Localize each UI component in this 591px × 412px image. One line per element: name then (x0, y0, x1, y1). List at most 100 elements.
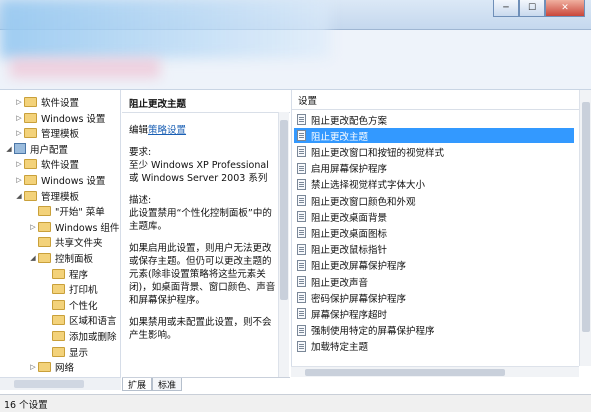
description-paragraph-2: 如果禁用或未配置此设置，则不会产生影响。 (129, 317, 272, 341)
expand-arrow-icon[interactable]: ▷ (28, 363, 38, 371)
folder-icon (52, 331, 65, 341)
tree-item[interactable]: "开始" 菜单 (28, 203, 105, 219)
folder-icon (38, 206, 51, 217)
policy-setting-icon (297, 178, 306, 190)
tree-item-label: Windows 设置 (41, 113, 106, 125)
tree-item-label: 软件设置 (41, 98, 80, 109)
setting-row[interactable]: 启用屏幕保护程序 (294, 161, 574, 176)
folder-icon (52, 315, 65, 326)
tree-item[interactable]: ▷ 网络 (28, 359, 74, 375)
setting-label: 阻止更改窗口颜色和外观 (311, 196, 416, 208)
setting-row[interactable]: 阻止更改窗口颜色和外观 (294, 193, 574, 208)
setting-row[interactable]: 阻止更改主题 (294, 128, 574, 144)
expand-arrow-icon[interactable]: ▷ (14, 160, 24, 168)
maximize-button[interactable]: ☐ (519, 0, 545, 17)
scroll-thumb[interactable] (582, 102, 590, 332)
folder-icon (52, 346, 65, 357)
tree-item[interactable]: 显示 (42, 344, 88, 360)
expand-arrow-icon[interactable]: ▷ (28, 223, 38, 231)
setting-row[interactable]: 屏幕保护程序超时 (294, 306, 574, 321)
minimize-button[interactable]: ─ (493, 0, 519, 17)
folder-icon (38, 253, 51, 263)
setting-label: 阻止更改窗口和按钮的视觉样式 (311, 147, 445, 159)
setting-label: 阻止更改桌面图标 (311, 228, 388, 240)
tree-item[interactable]: ◢ 用户配置 (4, 141, 68, 157)
policy-setting-icon (297, 308, 306, 320)
tree-item-label: Windows 组件 (55, 222, 120, 234)
folder-icon (24, 128, 37, 139)
list-vertical-scrollbar[interactable] (579, 90, 591, 366)
tree-item[interactable]: 区域和语言 (42, 312, 117, 328)
tree-item[interactable]: 打印机 (42, 281, 98, 297)
tree-item[interactable]: 共享文件夹 (28, 234, 103, 250)
policy-title: 阻止更改主题 (129, 99, 187, 110)
tab-standard[interactable]: 标准 (152, 378, 183, 391)
tree-item-label: Windows 设置 (41, 176, 106, 187)
tree-item[interactable]: ◢ 管理模板 (14, 188, 79, 204)
tree-item-label: 打印机 (69, 285, 98, 297)
tree-item[interactable]: ▷ 管理模板 (14, 125, 79, 141)
tab-extended[interactable]: 扩展 (122, 378, 153, 391)
list-horizontal-scrollbar[interactable] (291, 366, 579, 377)
scroll-thumb[interactable] (305, 369, 505, 376)
scroll-thumb[interactable] (280, 120, 288, 300)
setting-row[interactable]: 加载特定主题 (294, 339, 574, 354)
tree-item[interactable]: ◢ 控制面板 (28, 250, 93, 266)
setting-row[interactable]: 密码保护屏幕保护程序 (294, 290, 574, 305)
folder-icon (24, 97, 37, 107)
setting-label: 强制使用特定的屏幕保护程序 (311, 326, 435, 338)
tree-item[interactable]: ▷ 软件设置 (14, 94, 79, 110)
expand-arrow-icon[interactable]: ▷ (14, 176, 24, 184)
setting-label: 阻止更改主题 (311, 131, 369, 143)
description-paragraph-1: 如果启用此设置，则用户无法更改或保存主题。但仍可以更改主题的元素(除非设置策略将… (129, 243, 276, 306)
folder-icon (52, 299, 65, 310)
setting-label: 阻止更改声音 (311, 277, 369, 289)
edit-prefix: 编辑 (129, 125, 149, 136)
tree-item[interactable]: 添加或删除 (42, 328, 117, 344)
blurred-region-2 (10, 58, 160, 78)
setting-row[interactable]: 强制使用特定的屏幕保护程序 (294, 323, 574, 338)
tree-item-label: 网络 (55, 363, 75, 375)
setting-row[interactable]: 禁止选择视觉样式字体大小 (294, 177, 574, 192)
tree-item[interactable]: ▷ Windows 组件 (28, 219, 119, 235)
computer-icon (14, 143, 26, 155)
setting-row[interactable]: 阻止更改桌面图标 (294, 225, 574, 240)
settings-column-header[interactable]: 设置 (292, 90, 580, 110)
tree-item-label: 共享文件夹 (55, 238, 103, 250)
tree-item-label: 程序 (69, 269, 89, 281)
expand-arrow-icon[interactable]: ▷ (14, 98, 24, 106)
expand-arrow-icon[interactable]: ◢ (28, 254, 38, 262)
expand-arrow-icon[interactable]: ◢ (14, 192, 24, 200)
tree-item-label: 区域和语言 (69, 316, 117, 328)
tree-horizontal-scrollbar[interactable] (0, 377, 121, 390)
tree-item[interactable]: ▷ Windows 设置 (14, 110, 105, 126)
tree-item[interactable]: ▷ Windows 设置 (14, 172, 105, 188)
tree-item[interactable]: ▷ 软件设置 (14, 156, 79, 172)
description-scrollbar[interactable] (278, 112, 289, 377)
setting-row[interactable]: 阻止更改窗口和按钮的视觉样式 (294, 144, 574, 159)
folder-icon (38, 221, 51, 232)
expand-arrow-icon[interactable]: ◢ (4, 145, 14, 153)
tree-item-label: 显示 (69, 347, 89, 359)
tree-item[interactable]: 程序 (42, 266, 88, 282)
setting-row[interactable]: 阻止更改屏幕保护程序 (294, 258, 574, 273)
requirements-label: 要求: (129, 147, 152, 158)
policy-setting-icon (297, 340, 306, 352)
expand-arrow-icon[interactable]: ▷ (14, 114, 24, 122)
tree-item-label: 控制面板 (55, 254, 94, 265)
policy-setting-icon (297, 227, 306, 239)
close-button[interactable]: ✕ (545, 0, 585, 17)
setting-row[interactable]: 阻止更改声音 (294, 274, 574, 289)
setting-row[interactable]: 阻止更改鼠标指针 (294, 242, 574, 257)
setting-label: 阻止更改配色方案 (311, 115, 388, 127)
expand-arrow-icon[interactable]: ▷ (14, 129, 24, 137)
tree-item[interactable]: 个性化 (42, 297, 98, 313)
folder-icon (24, 175, 37, 185)
setting-label: 加载特定主题 (311, 342, 369, 354)
setting-row[interactable]: 阻止更改配色方案 (294, 112, 574, 127)
policy-tree: ▷ 软件设置 ▷ Windows 设置 ▷ 管理模板 ◢ 用户配置 ▷ 软件设置 ▷ Windows … (0, 90, 121, 379)
edit-policy-link[interactable]: 策略设置 (148, 125, 186, 136)
status-text: 16 个设置 (4, 399, 48, 411)
scroll-thumb[interactable] (14, 380, 84, 388)
setting-row[interactable]: 阻止更改桌面背景 (294, 209, 574, 224)
